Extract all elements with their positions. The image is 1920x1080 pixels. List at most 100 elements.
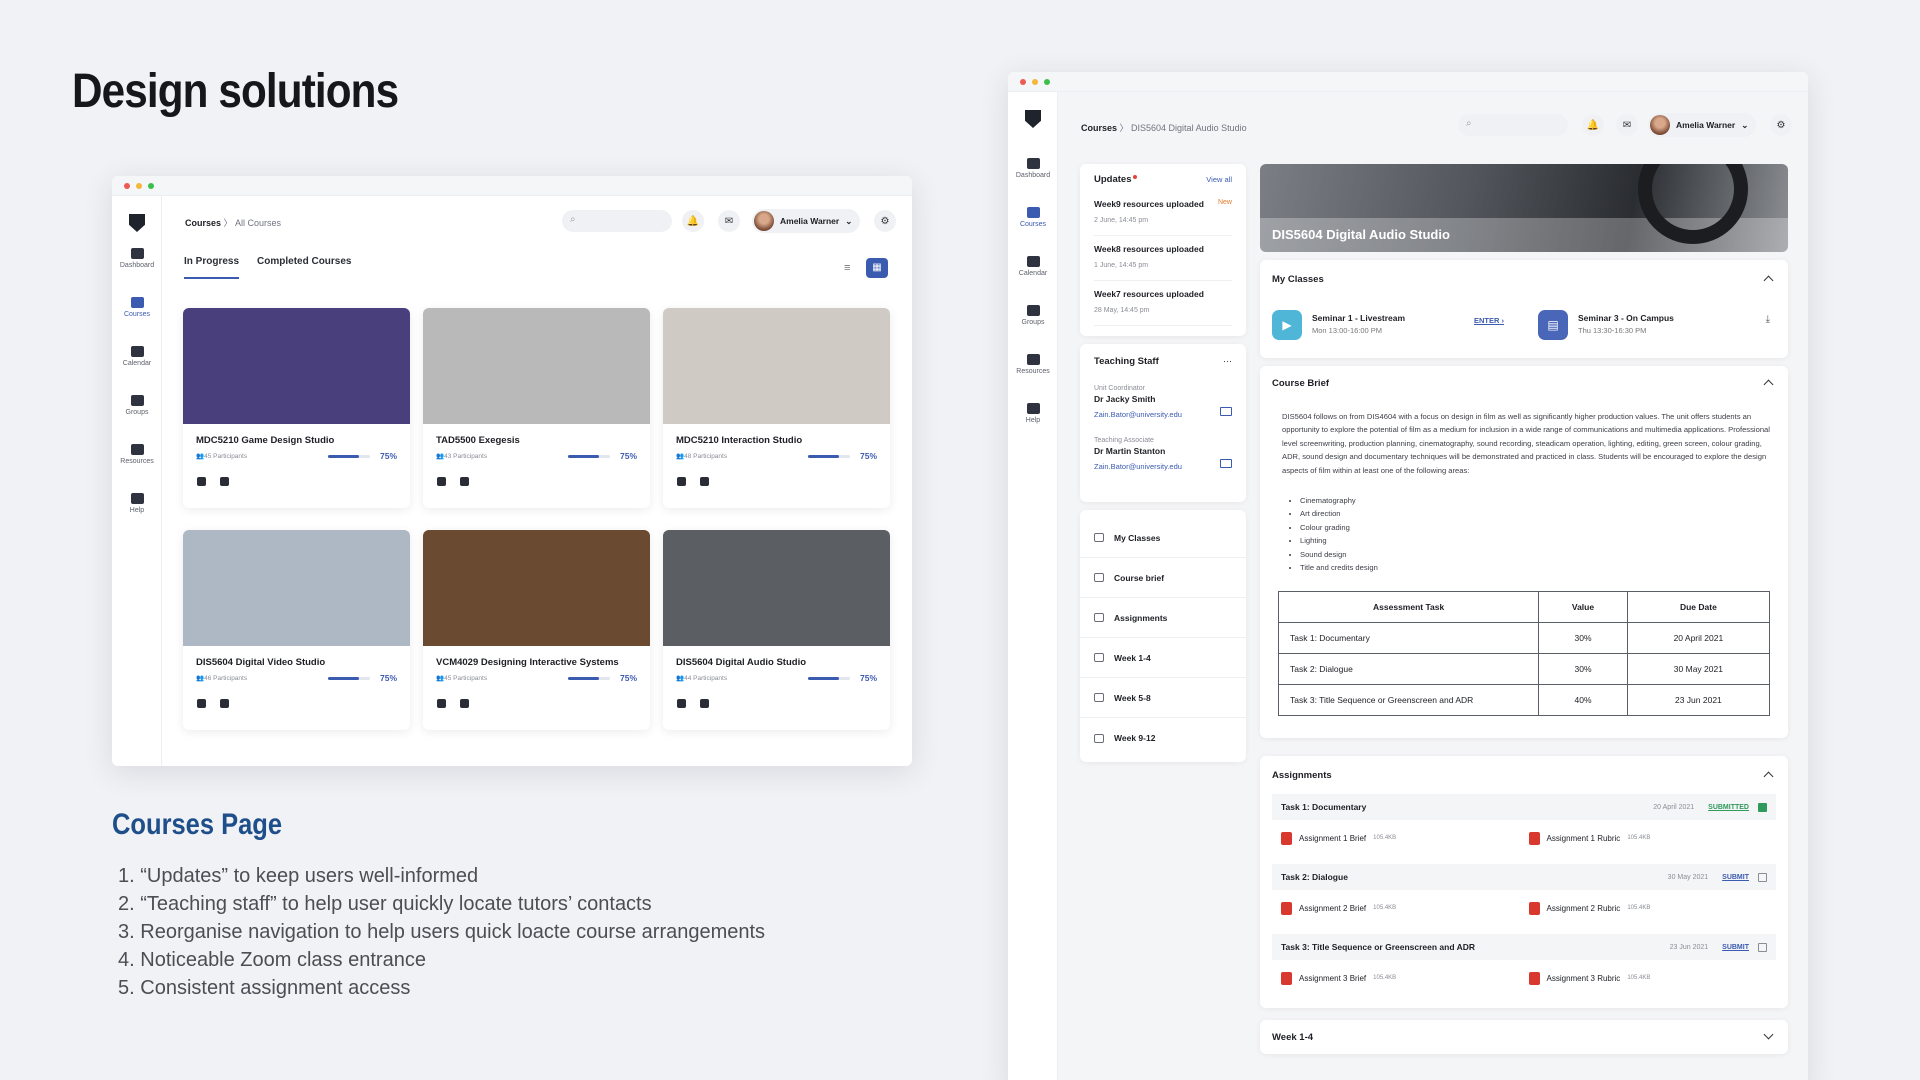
user-menu[interactable]: Amelia Warner ⌄ bbox=[1648, 113, 1757, 137]
assignment-rubric-file[interactable]: Assignment 3 Rubric 105.4KB bbox=[1528, 971, 1777, 985]
course-nav-week-9-12[interactable]: Week 9-12 bbox=[1080, 718, 1246, 758]
folder-icon[interactable] bbox=[220, 699, 229, 708]
folder-icon[interactable] bbox=[220, 477, 229, 486]
sidebar-item-courses[interactable]: Courses bbox=[1008, 207, 1058, 228]
course-nav-week-5-8[interactable]: Week 5-8 bbox=[1080, 678, 1246, 718]
week-section-panel[interactable]: Week 1-4 bbox=[1260, 1020, 1788, 1054]
pdf-icon bbox=[1528, 831, 1540, 845]
assignment-rubric-file[interactable]: Assignment 2 Rubric 105.4KB bbox=[1528, 901, 1777, 915]
sidebar-item-calendar[interactable]: Calendar bbox=[1008, 256, 1058, 277]
participants-icon: 👥 bbox=[196, 453, 205, 460]
course-nav-my-classes[interactable]: My Classes bbox=[1080, 518, 1246, 558]
submission-checkbox[interactable] bbox=[1758, 802, 1767, 812]
assignment-brief-file[interactable]: Assignment 3 Brief 105.4KB bbox=[1281, 971, 1529, 985]
course-nav-week-1-4[interactable]: Week 1-4 bbox=[1080, 638, 1246, 678]
university-logo[interactable] bbox=[1025, 110, 1041, 128]
sidebar-item-help[interactable]: Help bbox=[112, 493, 162, 514]
list-view-icon[interactable]: ≡ bbox=[844, 262, 850, 274]
course-card[interactable]: TAD5500 Exegesis 👥 43 Participants 75% bbox=[423, 308, 650, 508]
breadcrumb-root[interactable]: Courses bbox=[185, 218, 221, 228]
university-logo[interactable] bbox=[129, 214, 145, 232]
sidebar: Dashboard Courses Calendar Groups Resources H… bbox=[112, 196, 162, 766]
breadcrumb-root[interactable]: Courses bbox=[1081, 123, 1117, 133]
mail-icon[interactable] bbox=[1220, 407, 1232, 416]
update-date: 2 June, 14:45 pm bbox=[1094, 217, 1149, 224]
bell-icon[interactable] bbox=[437, 477, 446, 486]
update-item[interactable]: Week8 resources uploaded 1 June, 14:45 pm bbox=[1094, 236, 1232, 281]
progress-fill bbox=[567, 676, 600, 680]
course-card[interactable]: MDC5210 Interaction Studio 👥 48 Participa… bbox=[663, 308, 890, 508]
course-card[interactable]: VCM4029 Designing Interactive Systems 👥 4… bbox=[423, 530, 650, 730]
assignment-task: Task 3: Title Sequence or Greenscreen an… bbox=[1281, 942, 1475, 952]
enter-class-button[interactable]: ENTER › bbox=[1474, 316, 1504, 325]
submitted-status[interactable]: SUBMITTED bbox=[1708, 804, 1749, 811]
bell-icon[interactable] bbox=[197, 699, 206, 708]
sidebar-item-resources[interactable]: Resources bbox=[112, 444, 162, 465]
sidebar-item-groups[interactable]: Groups bbox=[112, 395, 162, 416]
bell-icon[interactable] bbox=[677, 699, 686, 708]
mail-icon[interactable] bbox=[1220, 459, 1232, 468]
settings-gear-icon[interactable]: ⚙ bbox=[1770, 114, 1792, 136]
staff-email[interactable]: Zain.Bator@university.edu bbox=[1094, 410, 1232, 419]
progress-percent: 75% bbox=[379, 451, 397, 461]
course-meta: 👥 45 Participants 75% bbox=[436, 673, 637, 683]
sidebar-item-resources[interactable]: Resources bbox=[1008, 354, 1058, 375]
maximize-dot[interactable] bbox=[1044, 78, 1050, 85]
bell-icon[interactable] bbox=[197, 477, 206, 486]
close-dot[interactable] bbox=[124, 182, 130, 189]
messages-icon[interactable]: ✉ bbox=[718, 210, 740, 232]
notifications-bell-icon[interactable]: 🔔 bbox=[682, 210, 704, 232]
submission-checkbox[interactable] bbox=[1758, 872, 1767, 882]
sidebar-item-dashboard[interactable]: Dashboard bbox=[1008, 158, 1058, 179]
assignment-rubric-file[interactable]: Assignment 1 Rubric 105.4KB bbox=[1528, 831, 1777, 845]
tab-completed-courses[interactable]: Completed Courses bbox=[257, 256, 351, 279]
messages-icon[interactable]: ✉ bbox=[1616, 114, 1638, 136]
close-dot[interactable] bbox=[1020, 78, 1026, 85]
file-name: Assignment 1 Brief bbox=[1299, 833, 1367, 843]
submit-button[interactable]: SUBMIT bbox=[1722, 874, 1749, 881]
maximize-dot[interactable] bbox=[148, 182, 154, 189]
settings-gear-icon[interactable]: ⚙ bbox=[874, 210, 896, 232]
tab-in-progress[interactable]: In Progress bbox=[184, 256, 240, 279]
note-number: 4. bbox=[118, 949, 141, 971]
table-cell: 40% bbox=[1538, 684, 1628, 716]
more-options-icon[interactable]: ··· bbox=[1223, 356, 1232, 367]
collapse-chevron-icon[interactable] bbox=[1763, 379, 1774, 390]
search-input[interactable]: ⌕ bbox=[1458, 114, 1568, 136]
bell-icon[interactable] bbox=[437, 699, 446, 708]
update-item[interactable]: Week7 resources uploaded 28 May, 14:45 pm bbox=[1094, 281, 1232, 326]
user-menu[interactable]: Amelia Warner ⌄ bbox=[752, 209, 861, 233]
course-card[interactable]: DIS5604 Digital Audio Studio 👥 44 Partici… bbox=[663, 530, 890, 730]
grid-view-icon[interactable]: ▦ bbox=[866, 258, 888, 278]
course-card[interactable]: MDC5210 Game Design Studio 👥 45 Participa… bbox=[183, 308, 410, 508]
folder-icon[interactable] bbox=[700, 477, 709, 486]
submit-button[interactable]: SUBMIT bbox=[1722, 944, 1749, 951]
sidebar-item-dashboard[interactable]: Dashboard bbox=[112, 248, 162, 269]
minimize-dot[interactable] bbox=[1032, 78, 1038, 85]
course-nav-course-brief[interactable]: Course brief bbox=[1080, 558, 1246, 598]
folder-icon[interactable] bbox=[700, 699, 709, 708]
assignment-brief-file[interactable]: Assignment 1 Brief 105.4KB bbox=[1281, 831, 1529, 845]
sidebar-item-help[interactable]: Help bbox=[1008, 403, 1058, 424]
notifications-bell-icon[interactable]: 🔔 bbox=[1582, 114, 1604, 136]
course-nav-assignments[interactable]: Assignments bbox=[1080, 598, 1246, 638]
sidebar-item-courses[interactable]: Courses bbox=[112, 297, 162, 318]
table-row: Task 2: Dialogue 30% 30 May 2021 bbox=[1277, 653, 1771, 685]
folder-icon[interactable] bbox=[460, 699, 469, 708]
assignment-brief-file[interactable]: Assignment 2 Brief 105.4KB bbox=[1281, 901, 1529, 915]
submission-checkbox[interactable] bbox=[1758, 942, 1767, 952]
view-all-link[interactable]: View all bbox=[1206, 175, 1232, 184]
sidebar-item-groups[interactable]: Groups bbox=[1008, 305, 1058, 326]
sidebar-item-calendar[interactable]: Calendar bbox=[112, 346, 162, 367]
course-card[interactable]: DIS5604 Digital Video Studio 👥 46 Partici… bbox=[183, 530, 410, 730]
update-item[interactable]: Week9 resources uploaded 2 June, 14:45 pm… bbox=[1094, 191, 1232, 236]
staff-email[interactable]: Zain.Bator@university.edu bbox=[1094, 462, 1232, 471]
bell-icon[interactable] bbox=[677, 477, 686, 486]
minimize-dot[interactable] bbox=[136, 182, 142, 189]
folder-icon[interactable] bbox=[460, 477, 469, 486]
download-icon[interactable]: ⤓ bbox=[1766, 314, 1770, 325]
search-input[interactable]: ⌕ bbox=[562, 210, 672, 232]
collapse-chevron-icon[interactable] bbox=[1763, 771, 1774, 782]
assignment-files: Assignment 2 Brief 105.4KB Assignment 2 Ru… bbox=[1272, 890, 1776, 926]
collapse-chevron-icon[interactable] bbox=[1763, 275, 1774, 286]
